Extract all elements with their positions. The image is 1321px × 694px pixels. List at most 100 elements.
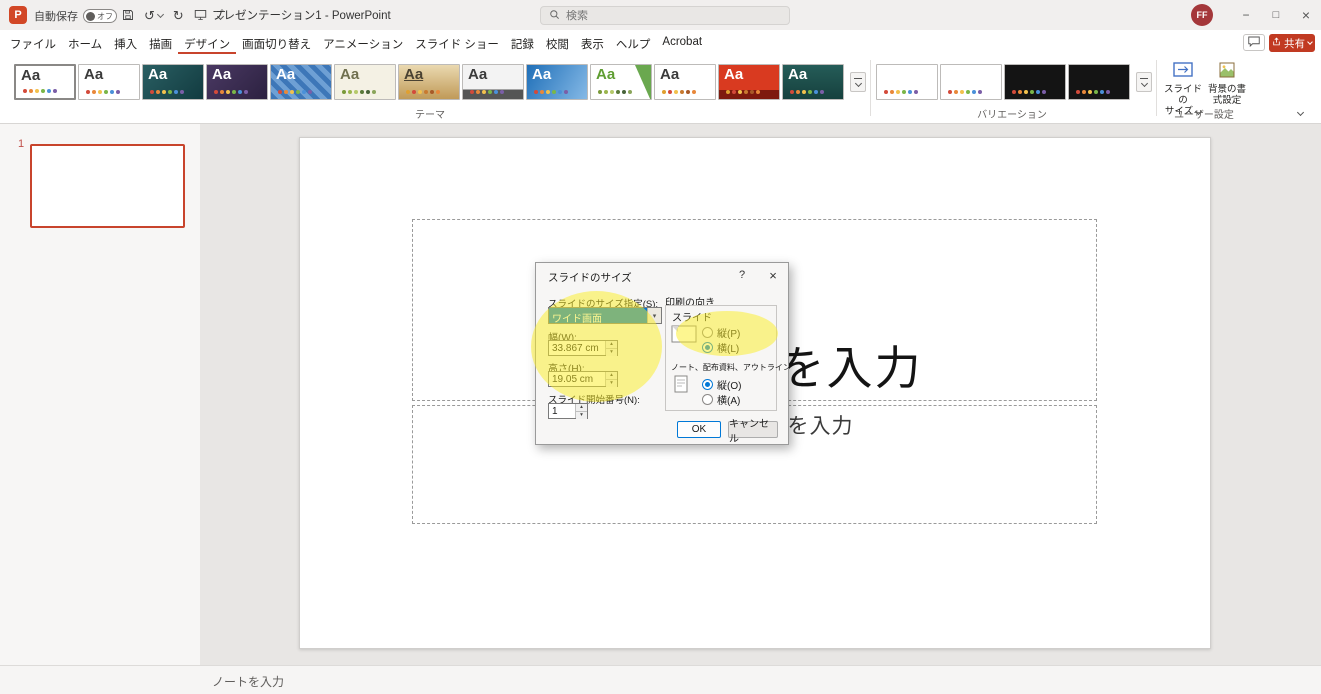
variation-thumbnail-3[interactable] [1004, 64, 1066, 100]
theme-thumbnail-11[interactable]: Aa [654, 64, 716, 100]
spin-down-icon[interactable]: ▾ [576, 411, 587, 419]
theme-aa-label: Aa [660, 66, 679, 83]
notes-placeholder[interactable]: ノートを入力 [212, 673, 284, 690]
start-slideshow-icon[interactable] [194, 9, 207, 21]
search-box[interactable] [540, 6, 790, 25]
spin-down-icon[interactable]: ▾ [606, 348, 617, 356]
tab-insert[interactable]: 挿入 [108, 32, 143, 54]
height-spinner[interactable]: 19.05 cm ▴▾ [548, 371, 618, 387]
undo-icon[interactable]: ↺ [144, 9, 163, 22]
theme-thumbnail-6[interactable]: Aa [334, 64, 396, 100]
dialog-help-button[interactable]: ? [734, 269, 750, 281]
close-button[interactable]: × [1292, 0, 1320, 30]
tab-help[interactable]: ヘルプ [610, 32, 657, 54]
theme-thumbnail-2[interactable]: Aa [78, 64, 140, 100]
tab-slideshow[interactable]: スライド ショー [409, 32, 505, 54]
slide-size-combobox[interactable]: ワイド画面 ▾ [548, 307, 662, 324]
tab-animations[interactable]: アニメーション [317, 32, 409, 54]
tab-draw[interactable]: 描画 [143, 32, 178, 54]
theme-thumbnail-4[interactable]: Aa [206, 64, 268, 100]
variation-thumbnail-2[interactable] [940, 64, 1002, 100]
spin-down-icon[interactable]: ▾ [606, 379, 617, 387]
slide-portrait-radio[interactable]: 縦(P) [702, 325, 740, 340]
share-button[interactable]: 共有 [1269, 34, 1315, 52]
height-spin-buttons[interactable]: ▴▾ [605, 372, 617, 386]
notes-landscape-radio[interactable]: 横(A) [702, 392, 740, 407]
radio-icon[interactable] [702, 394, 713, 405]
tab-record[interactable]: 記録 [505, 32, 540, 54]
slide-section-label: スライド [672, 309, 712, 324]
height-value[interactable]: 19.05 cm [549, 372, 605, 386]
spin-up-icon[interactable]: ▴ [576, 404, 587, 411]
tab-review[interactable]: 校閲 [540, 32, 575, 54]
comment-icon [1248, 36, 1260, 50]
spin-up-icon[interactable]: ▴ [606, 341, 617, 348]
radio-selected-icon[interactable] [702, 342, 713, 353]
theme-color-dots [534, 90, 538, 94]
theme-thumbnail-8[interactable]: Aa [462, 64, 524, 100]
tab-file[interactable]: ファイル [4, 32, 62, 54]
theme-thumbnail-10[interactable]: Aa [590, 64, 652, 100]
save-icon[interactable] [122, 9, 134, 21]
toggle-knob-icon [86, 12, 95, 21]
dialog-title-bar[interactable]: スライドのサイズ ? × [536, 263, 788, 287]
notes-portrait-radio[interactable]: 縦(O) [702, 377, 741, 392]
radio-icon[interactable] [702, 327, 713, 338]
theme-aa-label: Aa [532, 66, 551, 83]
tab-design[interactable]: デザイン [178, 32, 236, 54]
tab-view[interactable]: 表示 [575, 32, 610, 54]
combobox-dropdown-icon[interactable]: ▾ [647, 308, 661, 323]
tab-home[interactable]: ホーム [62, 32, 108, 54]
undo-dropdown-icon [157, 10, 164, 17]
redo-icon[interactable]: ↻ [173, 9, 184, 22]
start-number-spinner[interactable]: 1 ▴▾ [548, 403, 588, 419]
radio-selected-icon[interactable] [702, 379, 713, 390]
start-number-value[interactable]: 1 [549, 404, 575, 418]
customize-group-label: ユーザー設定 [1156, 106, 1252, 121]
theme-thumbnail-5[interactable]: Aa [270, 64, 332, 100]
theme-thumbnail-7[interactable]: Aa [398, 64, 460, 100]
theme-color-dots [406, 90, 410, 94]
theme-aa-label: Aa [788, 66, 807, 83]
theme-thumbnail-9[interactable]: Aa [526, 64, 588, 100]
minimize-button[interactable]: − [1232, 0, 1260, 30]
variation-color-dots [1076, 90, 1080, 94]
variation-thumbnail-4[interactable] [1068, 64, 1130, 100]
dialog-close-button[interactable]: × [764, 268, 782, 283]
variations-gallery-expand-button[interactable] [1136, 72, 1152, 92]
ok-button[interactable]: OK [677, 421, 721, 438]
slide-number: 1 [18, 138, 24, 150]
variation-color-dots [1012, 90, 1016, 94]
themes-gallery-expand-button[interactable] [850, 72, 866, 92]
avatar[interactable]: FF [1191, 4, 1213, 26]
slide-portrait-label: 縦(P) [717, 325, 740, 340]
notes-pane[interactable]: ノートを入力 [0, 665, 1321, 694]
maximize-button[interactable]: □ [1262, 0, 1290, 30]
autosave-control[interactable]: 自動保存 オフ [34, 8, 117, 24]
slide-thumbnail[interactable] [30, 144, 185, 228]
cancel-button[interactable]: キャンセル [728, 421, 778, 438]
dialog-title: スライドのサイズ [548, 270, 632, 285]
slide-size-label-1: スライドの [1162, 84, 1204, 106]
tab-acrobat[interactable]: Acrobat [656, 32, 708, 54]
theme-aa-label: Aa [468, 66, 487, 83]
width-spin-buttons[interactable]: ▴▾ [605, 341, 617, 355]
width-spinner[interactable]: 33.867 cm ▴▾ [548, 340, 618, 356]
theme-thumbnail-3[interactable]: Aa [142, 64, 204, 100]
collapse-ribbon-icon[interactable] [1297, 109, 1304, 116]
share-icon [1272, 37, 1281, 49]
autosave-toggle[interactable]: オフ [83, 9, 117, 23]
theme-color-dots [86, 90, 90, 94]
comments-button[interactable] [1243, 34, 1265, 51]
width-value[interactable]: 33.867 cm [549, 341, 605, 355]
spin-up-icon[interactable]: ▴ [606, 372, 617, 379]
search-input[interactable] [566, 10, 766, 22]
theme-thumbnail-1[interactable]: Aa [14, 64, 76, 100]
notes-portrait-label: 縦(O) [717, 377, 741, 392]
variation-thumbnail-1[interactable] [876, 64, 938, 100]
theme-thumbnail-12[interactable]: Aa [718, 64, 780, 100]
start-number-spin-buttons[interactable]: ▴▾ [575, 404, 587, 418]
tab-transitions[interactable]: 画面切り替え [236, 32, 317, 54]
slide-landscape-radio[interactable]: 横(L) [702, 340, 739, 355]
theme-thumbnail-13[interactable]: Aa [782, 64, 844, 100]
